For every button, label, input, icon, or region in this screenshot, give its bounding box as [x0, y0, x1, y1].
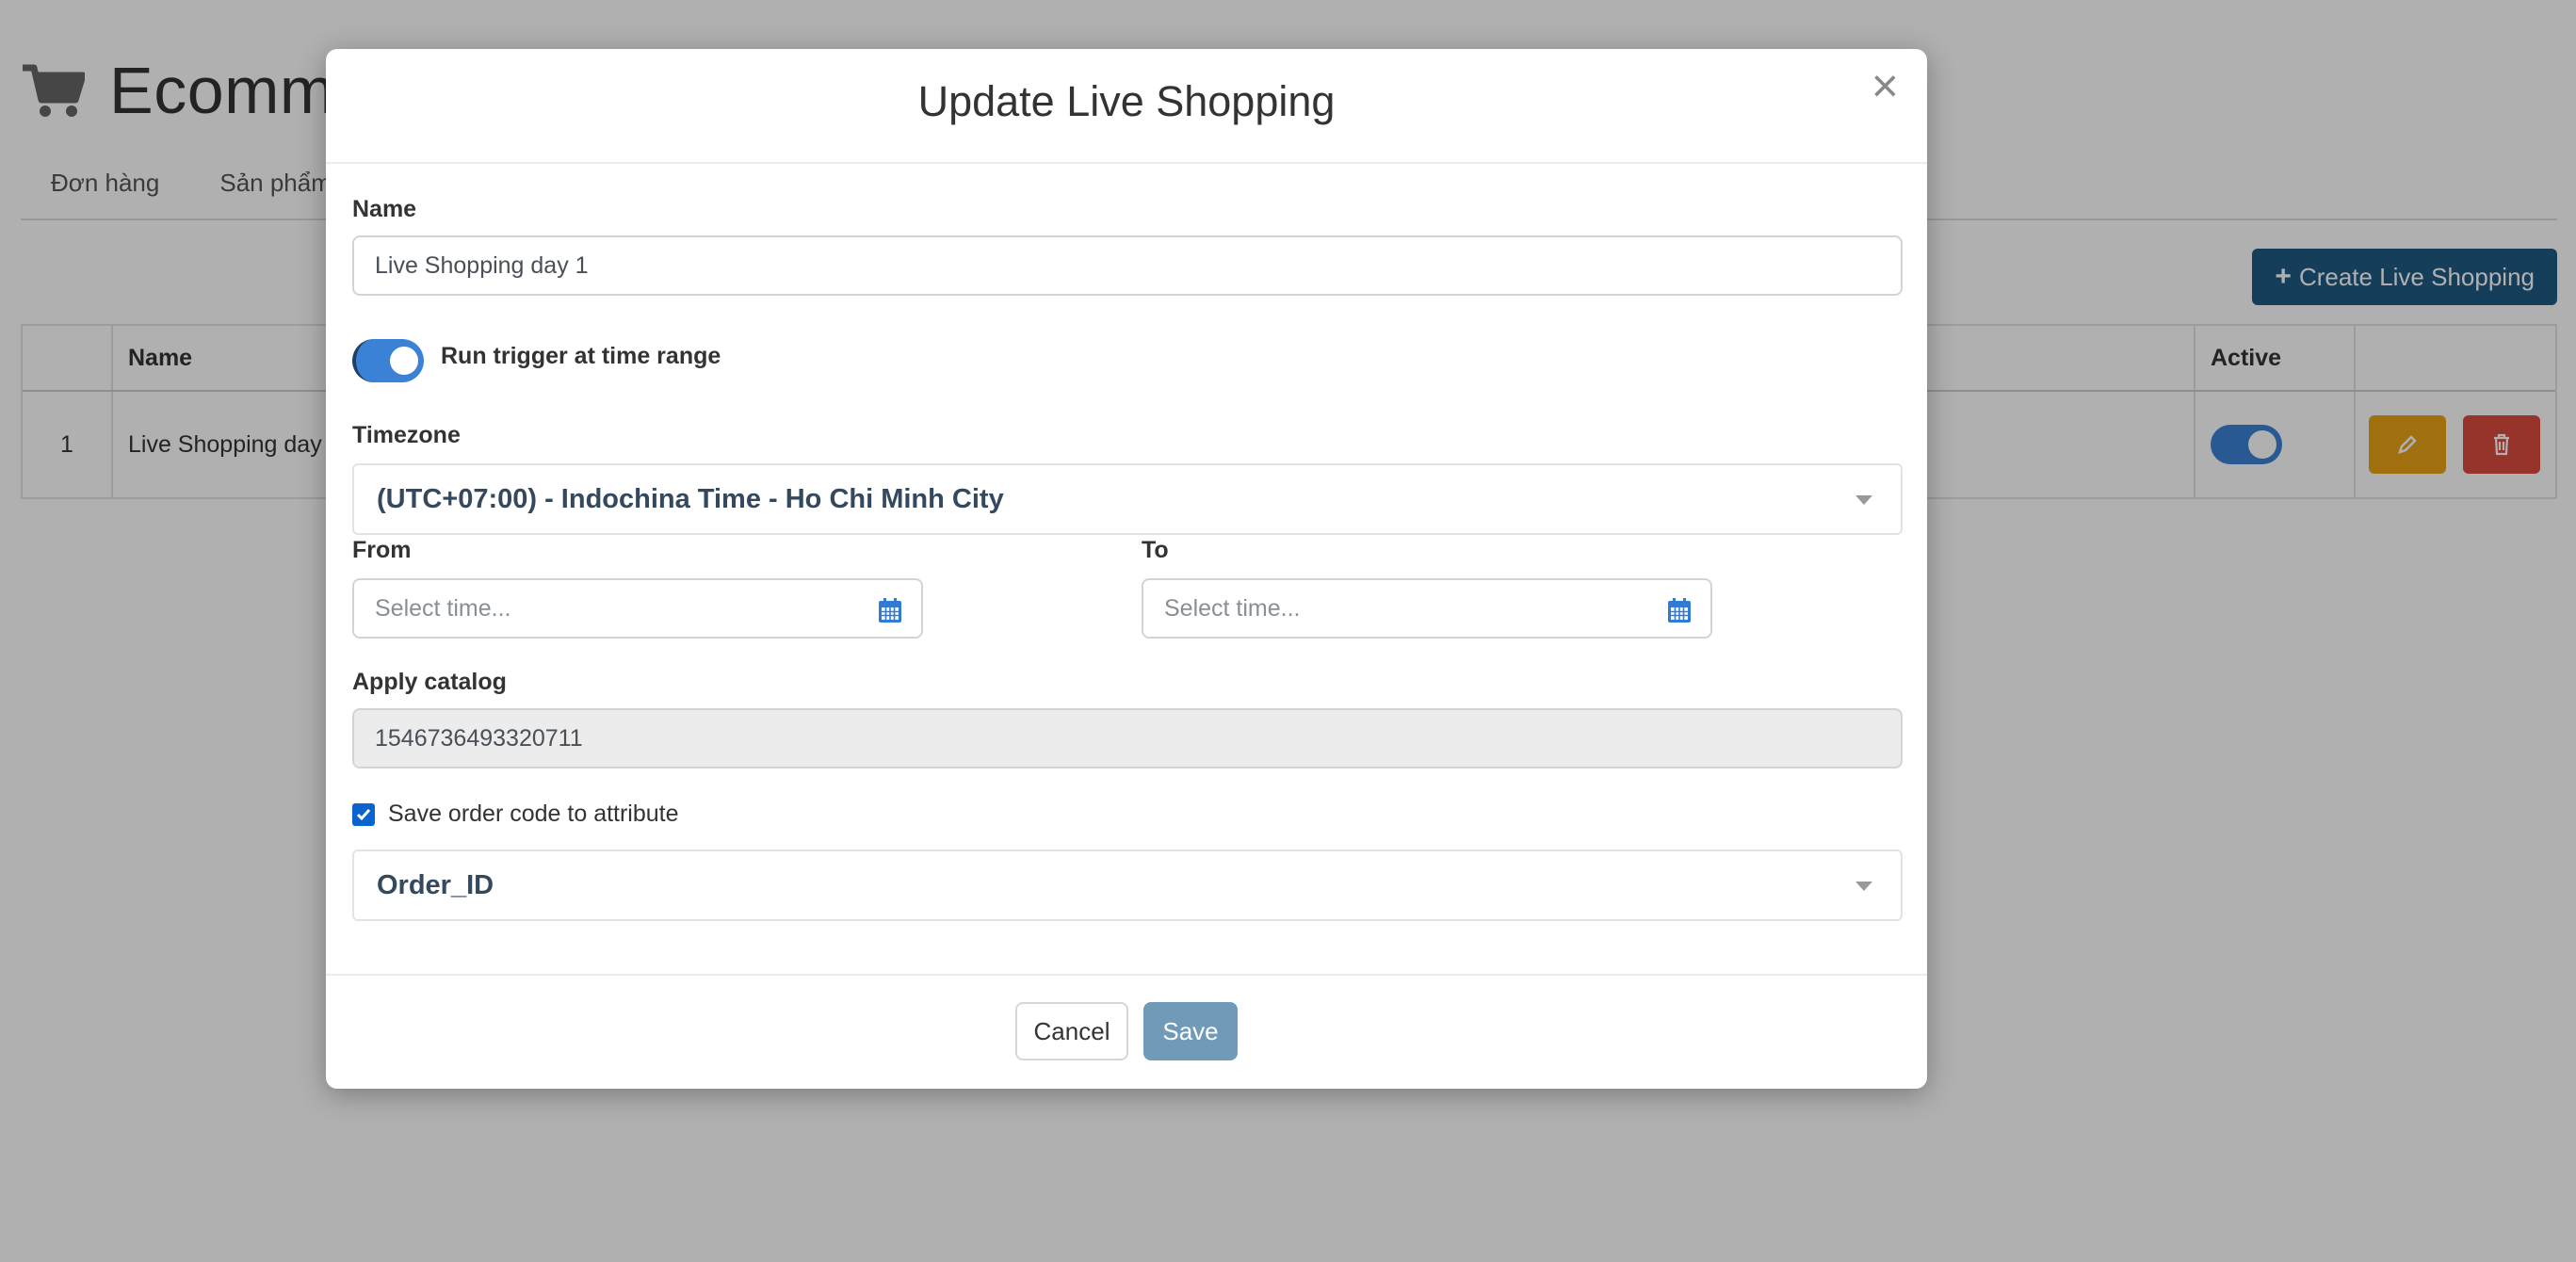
run-trigger-toggle[interactable] [352, 339, 424, 382]
to-placeholder: Select time... [1164, 594, 1301, 622]
save-order-code-checkbox[interactable] [352, 802, 375, 826]
calendar-icon[interactable] [878, 597, 902, 623]
from-placeholder: Select time... [375, 594, 511, 622]
to-label: To [1142, 537, 1169, 563]
timezone-value: (UTC+07:00) - Indochina Time - Ho Chi Mi… [377, 483, 1004, 514]
catalog-input: 1546736493320711 [352, 708, 1903, 769]
calendar-icon[interactable] [1667, 597, 1692, 623]
update-live-shopping-modal: Update Live Shopping × Name Live Shoppin… [326, 49, 1927, 1089]
timezone-label: Timezone [352, 422, 461, 448]
attribute-value: Order_ID [377, 869, 494, 900]
cancel-button[interactable]: Cancel [1015, 1002, 1128, 1060]
timezone-select[interactable]: (UTC+07:00) - Indochina Time - Ho Chi Mi… [352, 463, 1903, 535]
modal-footer-divider [326, 974, 1927, 976]
to-time-input[interactable]: Select time... [1142, 578, 1712, 639]
chevron-down-icon [1855, 882, 1872, 891]
name-label: Name [352, 196, 417, 222]
from-time-input[interactable]: Select time... [352, 578, 923, 639]
chevron-down-icon [1855, 495, 1872, 505]
catalog-label: Apply catalog [352, 669, 507, 695]
save-button[interactable]: Save [1143, 1002, 1238, 1060]
name-input[interactable]: Live Shopping day 1 [352, 235, 1903, 296]
attribute-select[interactable]: Order_ID [352, 849, 1903, 921]
save-order-code-label: Save order code to attribute [388, 801, 679, 827]
close-icon[interactable]: × [1871, 62, 1899, 109]
check-icon [356, 808, 371, 820]
modal-title: Update Live Shopping [917, 77, 1336, 125]
from-label: From [352, 537, 412, 563]
save-order-code-row: Save order code to attribute [352, 801, 679, 828]
modal-header: Update Live Shopping × [326, 49, 1927, 164]
run-trigger-label: Run trigger at time range [441, 343, 721, 369]
